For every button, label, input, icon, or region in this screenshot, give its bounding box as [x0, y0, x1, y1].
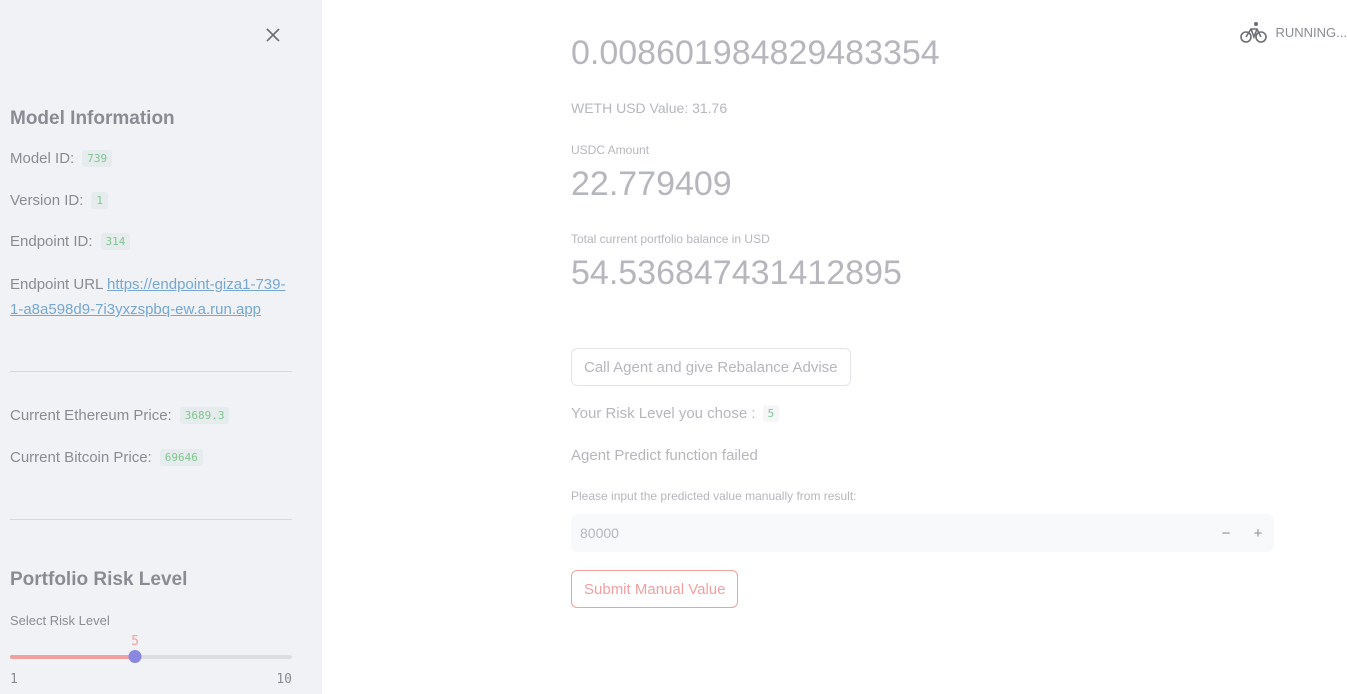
model-id-value: 739 [82, 150, 113, 167]
usdc-amount-label: USDC Amount [571, 143, 650, 157]
decrement-button[interactable]: − [1210, 514, 1242, 552]
sidebar-divider [10, 519, 292, 520]
manual-input-label: Please input the predicted value manuall… [571, 489, 857, 503]
call-agent-button[interactable]: Call Agent and give Rebalance Advise [571, 348, 851, 386]
risk-slider-max: 10 [276, 672, 292, 687]
model-id-label: Model ID: [10, 150, 75, 167]
manual-value-input[interactable]: 80000 − + [571, 514, 1274, 552]
risk-slider-value: 5 [131, 634, 139, 649]
endpoint-id-label: Endpoint ID: [10, 233, 93, 250]
version-id-value: 1 [91, 192, 108, 209]
model-id-row: Model ID: 739 [10, 150, 113, 167]
risk-chosen-value: 5 [762, 405, 780, 422]
weth-amount-value: 0.008601984829483354 [571, 34, 940, 72]
manual-value-text[interactable]: 80000 [571, 525, 1210, 541]
sidebar: Model Information Model ID: 739 Version … [0, 0, 322, 694]
version-id-label: Version ID: [10, 192, 84, 209]
endpoint-url-row: Endpoint URL https://endpoint-giza1-739-… [10, 272, 292, 322]
risk-slider-label: Select Risk Level [10, 613, 110, 628]
close-icon [266, 28, 280, 42]
risk-slider-track[interactable] [10, 655, 292, 659]
risk-chosen-row: Your Risk Level you chose : 5 [571, 405, 780, 422]
sidebar-divider [10, 371, 292, 372]
btc-price-row: Current Bitcoin Price: 69646 [10, 449, 203, 466]
endpoint-url-label: Endpoint URL [10, 276, 103, 293]
submit-manual-value-button[interactable]: Submit Manual Value [571, 570, 739, 608]
risk-slider-thumb[interactable] [128, 650, 142, 663]
increment-button[interactable]: + [1242, 514, 1274, 552]
main-content: 0.008601984829483354 WETH USD Value: 31.… [571, 0, 1274, 694]
close-sidebar-button[interactable] [262, 24, 284, 46]
endpoint-id-value: 314 [100, 233, 131, 250]
btc-price-value: 69646 [159, 449, 203, 466]
btc-price-label: Current Bitcoin Price: [10, 449, 152, 466]
usdc-amount-value: 22.779409 [571, 165, 732, 203]
eth-price-label: Current Ethereum Price: [10, 407, 172, 424]
endpoint-id-row: Endpoint ID: 314 [10, 233, 131, 250]
risk-chosen-label: Your Risk Level you chose : [571, 405, 756, 422]
version-id-row: Version ID: 1 [10, 192, 108, 209]
total-balance-value: 54.536847431412895 [571, 254, 902, 292]
risk-slider-fill [10, 655, 135, 659]
risk-level-heading: Portfolio Risk Level [10, 569, 188, 590]
total-balance-label: Total current portfolio balance in USD [571, 232, 770, 246]
eth-price-row: Current Ethereum Price: 3689.3 [10, 407, 230, 424]
running-status-text: RUNNING... [1275, 24, 1347, 40]
risk-slider-min: 1 [10, 672, 18, 687]
predict-failed-text: Agent Predict function failed [571, 447, 758, 464]
eth-price-value: 3689.3 [179, 407, 230, 424]
weth-usd-value: WETH USD Value: 31.76 [571, 100, 728, 116]
model-info-heading: Model Information [10, 108, 175, 129]
